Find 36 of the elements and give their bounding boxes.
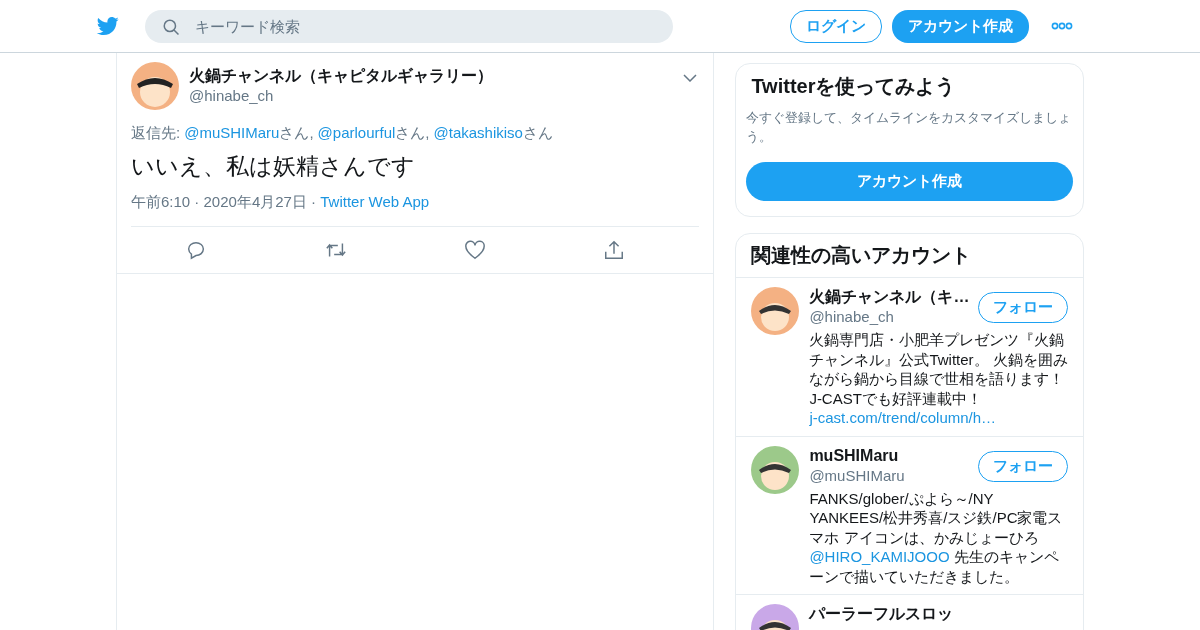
account-bio: FANKS/glober/ぷよら～/NY YANKEES/松井秀喜/スジ鉄/PC家電スマホ アイコンは、かみじょーひろ @HIRO_KAMIJOOO 先生のキャンペーンで描いていただきました。	[809, 488, 1064, 586]
mention-link[interactable]: @takashikiso	[433, 124, 523, 141]
mention-link[interactable]: @parlourful	[317, 124, 396, 141]
avatar-icon[interactable]	[751, 445, 800, 494]
account-name[interactable]: パーラーフルスロッ	[809, 604, 1068, 624]
heart-icon[interactable]	[464, 239, 487, 261]
card-title: 関連性の高いアカウント	[736, 234, 1083, 278]
card-title: Twitterを使ってみよう	[751, 74, 957, 98]
bio-link[interactable]: j-cast.com/trend/column/h…	[809, 409, 997, 426]
account-handle[interactable]: @muSHIMaru	[809, 465, 970, 486]
caret-icon[interactable]	[683, 74, 698, 82]
account-handle[interactable]: @hinabe_ch	[809, 307, 970, 327]
mention-link[interactable]: @muSHIMaru	[184, 124, 280, 141]
signup-button[interactable]: アカウント作成	[892, 9, 1029, 43]
share-icon[interactable]	[603, 239, 626, 261]
search-field[interactable]: キーワード検索	[145, 9, 673, 43]
follow-button[interactable]: フォロー	[978, 450, 1068, 482]
account-name[interactable]: muSHIMaru	[809, 445, 970, 466]
search-icon	[162, 17, 180, 36]
card-text: 今すぐ登録して、タイムラインをカスタマイズしましょう。	[746, 109, 1073, 146]
account-name[interactable]: 火鍋チャンネル（キ…	[809, 287, 970, 307]
bird-logo-icon[interactable]	[95, 15, 121, 37]
author-handle[interactable]: @hinabe_ch	[189, 86, 674, 106]
tweet-text: いいえ、私は妖精さんです	[131, 152, 416, 181]
avatar-icon[interactable]	[131, 62, 179, 110]
signup-button[interactable]: アカウント作成	[746, 162, 1073, 201]
bio-link[interactable]: @HIRO_KAMIJOOO	[809, 548, 950, 565]
login-button[interactable]: ログイン	[790, 9, 882, 43]
tweet-timestamp[interactable]: 午前6:10 · 2020年4月27日 ·	[131, 193, 317, 210]
account-bio: 火鍋専門店・小肥羊プレゼンツ『火鍋チャンネル』公式Twitter。 火鍋を囲みながら鍋から目線で世相を語ります！J-CASTでも好評連載中！ j-cast.com/trend/column/h…	[809, 330, 1068, 428]
reply-to-line: 返信先: @muSHIMaruさん, @parlourfulさん, @takashikisoさん	[131, 124, 554, 143]
follow-button[interactable]: フォロー	[978, 292, 1068, 323]
avatar-icon[interactable]	[751, 287, 800, 335]
source-link[interactable]: Twitter Web App	[320, 193, 430, 210]
author-name[interactable]: 火鍋チャンネル（キャピタルギャラリー）	[189, 62, 674, 86]
more-icon[interactable]	[1051, 22, 1073, 30]
